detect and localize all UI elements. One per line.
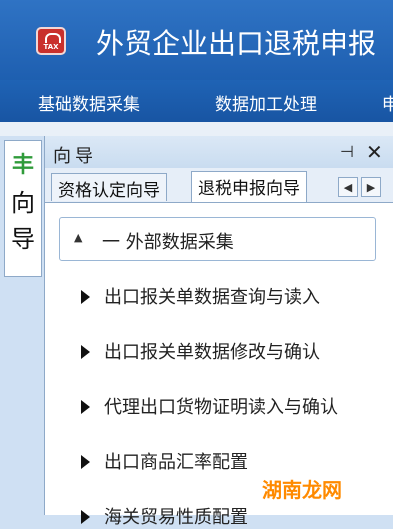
app-icon-text: TAX bbox=[43, 43, 59, 51]
bullet-arrow-icon bbox=[81, 290, 90, 304]
bullet-arrow-icon bbox=[81, 510, 90, 524]
group-label: 一 外部数据采集 bbox=[102, 232, 234, 253]
tab-refund-wizard[interactable]: 退税申报向导 bbox=[191, 171, 307, 202]
title-bar: TAX 外贸企业出口退税申报 bbox=[0, 0, 393, 80]
tab-qualification-wizard[interactable]: 资格认定向导 bbox=[51, 173, 167, 201]
wizard-item-customs-edit[interactable]: 出口报关单数据修改与确认 bbox=[81, 338, 320, 364]
item-label: 海关贸易性质配置 bbox=[104, 507, 248, 528]
menu-item-data-processing[interactable]: 数据加工处理 bbox=[215, 90, 317, 115]
tab-strip: 资格认定向导 退税申报向导 ◀ ▶ bbox=[45, 168, 393, 203]
wizard-icon: 丰 bbox=[12, 153, 35, 178]
bullet-arrow-icon bbox=[81, 400, 90, 414]
wizard-item-exchange-rate[interactable]: 出口商品汇率配置 bbox=[81, 448, 248, 474]
side-tab-label: 向导 bbox=[11, 189, 35, 253]
group-external-data[interactable]: ▲ 一 外部数据采集 bbox=[59, 217, 376, 261]
item-label: 出口报关单数据查询与读入 bbox=[104, 287, 320, 308]
menu-item-declaration[interactable]: 申 bbox=[382, 90, 393, 115]
item-label: 代理出口货物证明读入与确认 bbox=[104, 397, 338, 418]
wizard-panel: 向导 ⊣ ✕ 资格认定向导 退税申报向导 ◀ ▶ ▲ 一 外部数据采集 出口报关… bbox=[44, 136, 393, 528]
wizard-content: ▲ 一 外部数据采集 出口报关单数据查询与读入 出口报关单数据修改与确认 代理出… bbox=[45, 203, 393, 528]
panel-title: 向导 bbox=[53, 146, 97, 167]
toolbar-gap bbox=[0, 122, 393, 136]
wizard-item-customs-query[interactable]: 出口报关单数据查询与读入 bbox=[81, 283, 320, 309]
item-label: 出口商品汇率配置 bbox=[104, 452, 248, 473]
close-icon[interactable]: ✕ bbox=[366, 140, 383, 164]
menu-item-basic-data[interactable]: 基础数据采集 bbox=[38, 90, 140, 115]
side-tab-wizard[interactable]: 丰 向导 bbox=[4, 140, 42, 277]
app-icon: TAX bbox=[36, 27, 66, 55]
wizard-item-agency-proof[interactable]: 代理出口货物证明读入与确认 bbox=[81, 393, 338, 419]
tab-scroll-right-icon[interactable]: ▶ bbox=[361, 177, 381, 197]
watermark: 湖南龙网 bbox=[262, 478, 342, 502]
bullet-arrow-icon bbox=[81, 345, 90, 359]
pin-icon[interactable]: ⊣ bbox=[340, 142, 354, 161]
bullet-arrow-icon bbox=[81, 455, 90, 469]
tab-scroll-left-icon[interactable]: ◀ bbox=[338, 177, 358, 197]
menu-bar: 基础数据采集 数据加工处理 申 bbox=[0, 80, 393, 122]
item-label: 出口报关单数据修改与确认 bbox=[104, 342, 320, 363]
panel-header: 向导 ⊣ ✕ bbox=[45, 136, 393, 168]
wizard-item-trade-nature[interactable]: 海关贸易性质配置 bbox=[81, 503, 248, 529]
collapse-arrow-icon: ▲ bbox=[74, 231, 83, 244]
window-title: 外贸企业出口退税申报 bbox=[96, 27, 377, 60]
